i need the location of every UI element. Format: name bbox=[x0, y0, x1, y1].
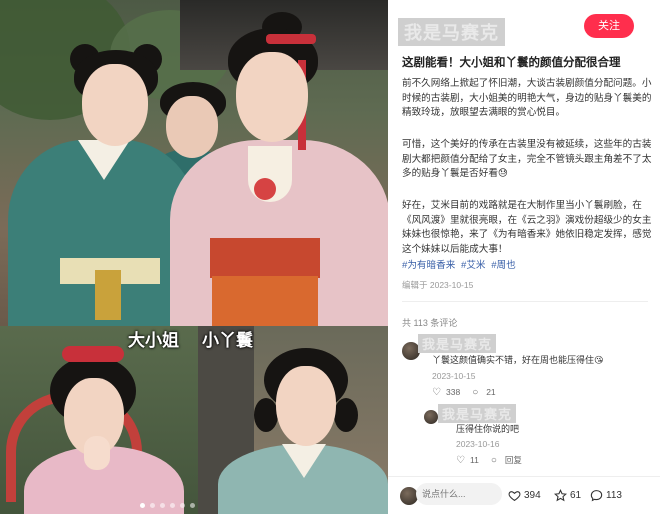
like-count: 394 bbox=[524, 490, 541, 501]
photo-main bbox=[0, 0, 388, 340]
post-paragraph: 前不久网络上掀起了怀旧潮，大谈古装剧颜值分配问题。小时候的古装剧，大小姐美的明艳… bbox=[402, 78, 652, 119]
comment-date: 2023-10-15 bbox=[432, 371, 476, 381]
carousel-dot[interactable] bbox=[180, 503, 185, 508]
caption-miss: 大小姐 bbox=[128, 331, 179, 351]
comment-actions: ♡ 338 ○ 21 bbox=[432, 387, 496, 398]
comment-author[interactable]: 我是马赛克 bbox=[418, 334, 497, 353]
post-detail-panel: 我是马赛克 关注 这剧能看！大小姐和丫鬟的颜值分配很合理 前不久网络上掀起了怀旧… bbox=[388, 0, 660, 514]
comment-reply-count: 21 bbox=[486, 387, 496, 397]
carousel-dot[interactable] bbox=[140, 503, 145, 508]
heart-icon: ♡ bbox=[456, 454, 465, 466]
carousel-dot[interactable] bbox=[150, 503, 155, 508]
post-image-carousel[interactable]: 大小姐 小丫鬟 bbox=[0, 0, 388, 514]
heart-icon bbox=[508, 491, 521, 502]
carousel-dot[interactable] bbox=[160, 503, 165, 508]
hashtag-link[interactable]: #为有暗香来 bbox=[402, 260, 455, 271]
carousel-indicator bbox=[140, 503, 195, 508]
comment-like-button[interactable]: ♡ 11 bbox=[456, 455, 479, 466]
reply-icon: ○ bbox=[490, 455, 497, 466]
divider bbox=[402, 301, 648, 302]
post-title: 这剧能看！大小姐和丫鬟的颜值分配很合理 bbox=[402, 57, 621, 69]
comment-button[interactable]: 113 bbox=[590, 489, 622, 502]
post-paragraph: 可惜，这个美好的传承在古装里没有被延续，这些年的古装剧大都把颜值分配给了女主，完… bbox=[402, 139, 652, 180]
favorite-count: 61 bbox=[570, 490, 582, 501]
star-icon bbox=[554, 489, 567, 502]
post-paragraph: 好在，艾米目前的戏路就是在大制作里当小丫鬟刷脸，在《风风渡》里就很亮眼，在《云之… bbox=[402, 200, 652, 255]
comment-actions: ♡ 11 ○ 回复 bbox=[456, 454, 522, 466]
edit-date: 编辑于 2023-10-15 bbox=[402, 280, 474, 290]
hashtag-link[interactable]: #周也 bbox=[491, 260, 516, 271]
favorite-button[interactable]: 61 bbox=[554, 489, 581, 502]
comment-icon bbox=[590, 490, 603, 502]
comment-date: 2023-10-16 bbox=[456, 439, 500, 449]
follow-button[interactable]: 关注 bbox=[584, 14, 634, 38]
comment-like-count: 338 bbox=[446, 387, 461, 397]
comment-text: 压得住你说的吧 bbox=[456, 424, 520, 434]
comment-reply-button[interactable]: ○ 回复 bbox=[491, 454, 522, 466]
avatar[interactable] bbox=[424, 410, 438, 424]
photo-bottom-left bbox=[0, 326, 198, 514]
comment-author[interactable]: 我是马赛克 bbox=[438, 404, 517, 423]
hashtag-list: #为有暗香来 #艾米 #周也 bbox=[402, 257, 519, 271]
comment-like-button[interactable]: ♡ 338 bbox=[432, 387, 460, 398]
comment-like-count: 11 bbox=[470, 454, 479, 465]
photo-bottom-right bbox=[198, 326, 388, 514]
author-name[interactable]: 我是马赛克 bbox=[398, 18, 505, 46]
reply-icon: ○ bbox=[472, 387, 479, 398]
heart-icon: ♡ bbox=[432, 387, 441, 398]
carousel-dot[interactable] bbox=[190, 503, 195, 508]
comment-input[interactable] bbox=[416, 483, 502, 505]
caption-maid: 小丫鬟 bbox=[202, 331, 253, 351]
comment-text: 丫鬟这颜值确实不错，好在周也能压得住😘 bbox=[432, 355, 604, 365]
comment-reply-button[interactable]: ○ 21 bbox=[472, 387, 495, 398]
like-button[interactable]: 394 bbox=[508, 489, 541, 502]
comment-reply-label: 回复 bbox=[504, 455, 522, 465]
comment-total: 113 bbox=[606, 490, 622, 501]
comment-count: 共 113 条评论 bbox=[402, 318, 458, 328]
carousel-dot[interactable] bbox=[170, 503, 175, 508]
hashtag-link[interactable]: #艾米 bbox=[461, 260, 486, 271]
